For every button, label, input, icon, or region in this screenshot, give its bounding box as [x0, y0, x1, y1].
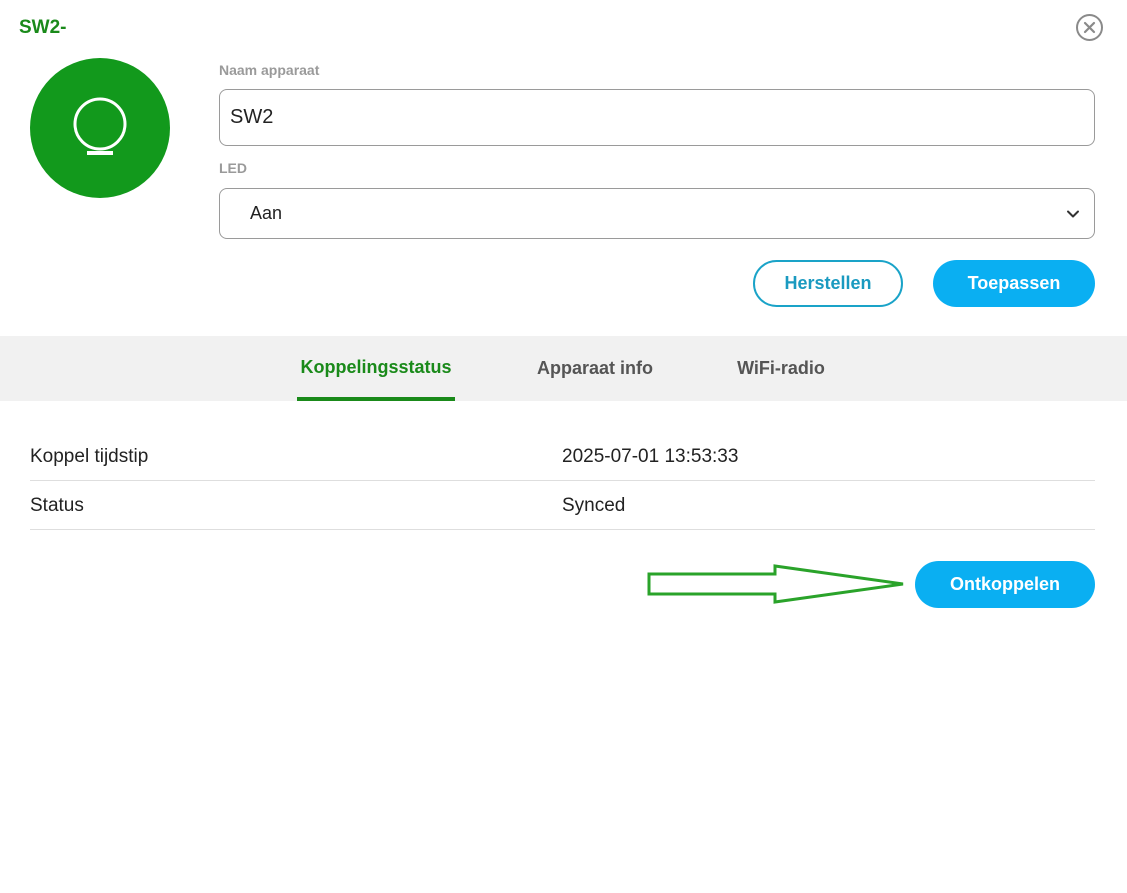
close-icon	[1083, 21, 1096, 34]
device-name-label: Naam apparaat	[219, 62, 320, 78]
tab-pairing-status[interactable]: Koppelingsstatus	[297, 336, 455, 401]
tab-bar: Koppelingsstatus Apparaat info WiFi-radi…	[0, 336, 1127, 401]
unpair-button[interactable]: Ontkoppelen	[915, 561, 1095, 608]
pair-time-label: Koppel tijdstip	[30, 446, 149, 467]
chevron-down-icon	[1067, 210, 1079, 218]
dialog-title: SW2-	[19, 17, 67, 38]
close-button[interactable]	[1076, 14, 1103, 41]
annotation-arrow-icon	[647, 564, 904, 604]
pair-time-value: 2025-07-01 13:53:33	[562, 446, 739, 467]
led-select[interactable]: Aan	[219, 188, 1095, 239]
led-label: LED	[219, 160, 247, 176]
ring-lamp-icon	[73, 97, 127, 155]
led-selected-value: Aan	[250, 203, 283, 223]
reset-button[interactable]: Herstellen	[753, 260, 903, 307]
tab-device-info[interactable]: Apparaat info	[533, 336, 657, 401]
table-row: Koppel tijdstip 2025-07-01 13:53:33	[30, 432, 1095, 481]
apply-button[interactable]: Toepassen	[933, 260, 1095, 307]
status-label: Status	[30, 495, 84, 516]
status-value: Synced	[562, 495, 626, 516]
tab-wifi-radio[interactable]: WiFi-radio	[734, 336, 828, 401]
device-name-input[interactable]	[219, 89, 1095, 146]
device-avatar	[30, 58, 170, 198]
table-row: Status Synced	[30, 481, 1095, 530]
